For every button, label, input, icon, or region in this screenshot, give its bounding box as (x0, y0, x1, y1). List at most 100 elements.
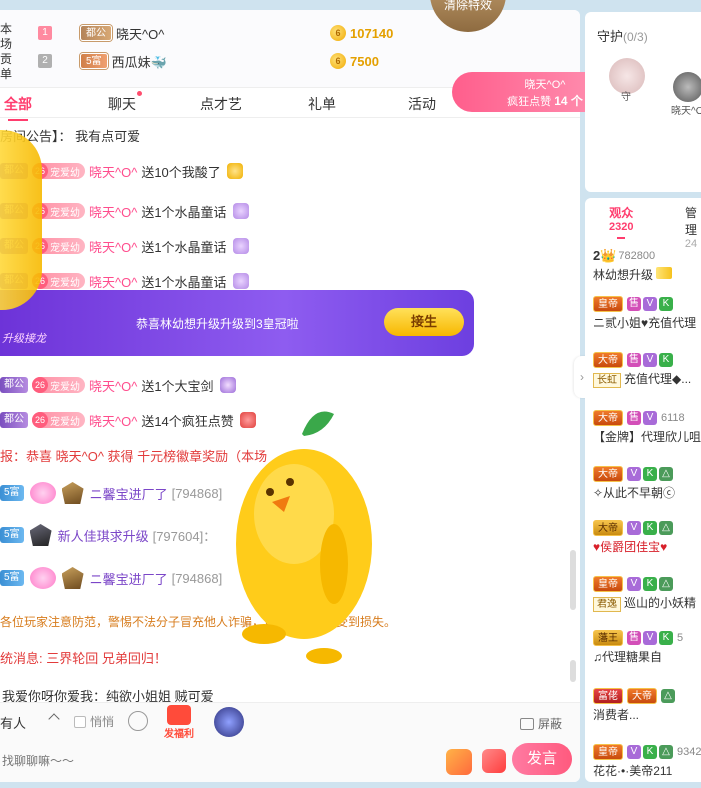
rocket-icon[interactable] (482, 749, 506, 773)
vip-icon: V (627, 745, 641, 759)
rank-value: 7500 (350, 53, 379, 69)
audience-item[interactable]: 皇帝 V K △ 9342 花花·•·美帝211 (593, 742, 701, 780)
user-id: [794868] (171, 570, 223, 586)
system-text: 统消息: 三界轮回 兄弟回归！ (0, 650, 167, 666)
chat-scrollbar[interactable] (570, 550, 576, 610)
enter-message[interactable]: 5富 ニ馨宝进厂了 [794868] (0, 480, 222, 506)
tab-admins[interactable]: 管理 24 (681, 204, 701, 250)
k-icon: K (659, 631, 673, 645)
coin-icon: 6 (330, 53, 346, 69)
rocket-gift-icon[interactable] (446, 749, 472, 775)
red-packet-button[interactable]: 发福利 (162, 705, 196, 741)
message-text: 送1个大宝剑 (141, 378, 214, 394)
audience-name: ♥侯爵团佳宝♥ (593, 540, 668, 554)
rank-side-tag[interactable]: 本场 贡单 (0, 22, 18, 82)
enter-user[interactable]: ニ馨宝进厂了 (90, 484, 168, 503)
level-up-icon: △ (659, 745, 673, 759)
tab-activity[interactable]: 活动 (408, 94, 436, 114)
fan-level: 26 (32, 377, 48, 393)
noble-badge: 都公 (0, 412, 28, 428)
message-user[interactable]: 晓天^O^ (89, 202, 137, 221)
seller-icon: 售 (627, 297, 641, 311)
tab-talent[interactable]: 点才艺 (200, 94, 242, 114)
message-user[interactable]: 晓天^O^ (89, 376, 137, 395)
wealth-badge: 5富 (80, 53, 108, 69)
guard-username[interactable]: 晓天^O^ (671, 102, 701, 117)
rank-row-2[interactable]: 2 5富 西瓜妹🐳 6 7500 (38, 50, 558, 72)
chat-scrollbar-thumb[interactable] (570, 660, 576, 682)
audience-item[interactable]: 皇帝售 V K ニ贰小姐♥充值代理 (593, 294, 701, 332)
wealth-badge: 5富 (0, 570, 24, 586)
message-text: 送1个水晶童话 (141, 239, 227, 255)
banana-effect (0, 130, 42, 310)
message-user[interactable]: 晓天^O^ (89, 411, 137, 430)
enter-user[interactable]: 新人佳琪求升级 (58, 526, 149, 545)
audience-item[interactable]: 大帝 V K △ ♥侯爵团佳宝♥ (593, 518, 701, 556)
avatar[interactable] (673, 72, 701, 102)
audience-name: 林幼想升级 (593, 266, 701, 284)
vip-icon: V (627, 577, 641, 591)
whisper-label: 悄悄 (90, 715, 115, 729)
chat-input[interactable] (0, 747, 440, 775)
guard-panel: 守护(0/3) 守 晓天^O^ (585, 12, 701, 192)
enter-user[interactable]: ニ馨宝进厂了 (90, 569, 168, 588)
audience-item[interactable]: 藩王售 V K 5 ♫代理糖果自 (593, 628, 701, 666)
join-upgrade-button[interactable]: 接生 (384, 308, 464, 336)
audience-item[interactable]: 大帝售 V K 长虹 充值代理◆... (593, 350, 701, 388)
audience-name-text: 充值代理◆... (624, 372, 692, 386)
k-icon: K (643, 467, 657, 481)
whisper-toggle[interactable]: 悄悄 (74, 713, 114, 730)
tab-gift-list[interactable]: 礼单 (308, 94, 336, 114)
chat-message[interactable]: 都公 26 宠爱幼 晓天^O^ 送1个大宝剑 (0, 374, 236, 396)
crest-icon (29, 524, 52, 546)
k-icon: K (659, 297, 673, 311)
crest-icon (61, 567, 84, 589)
enter-message[interactable]: 5富 ニ馨宝进厂了 [794868] (0, 565, 222, 591)
message-user[interactable]: 晓天^O^ (89, 162, 137, 181)
emoji-icon[interactable] (128, 711, 148, 731)
audience-item[interactable]: 富佬 大帝 △ 消费者... (593, 686, 701, 724)
message-user[interactable]: 晓天^O^ (89, 237, 137, 256)
audience-item[interactable]: 2👑 782800 林幼想升级 (593, 246, 701, 284)
noble-rank: 藩王 (593, 630, 623, 646)
effect-action: 疯狂点赞 (507, 96, 552, 108)
activity-icon[interactable] (214, 707, 244, 737)
upgrade-banner-sub: 升级接龙 (2, 333, 46, 345)
send-button[interactable]: 发言 (512, 743, 572, 775)
noble-rank: 皇帝 (593, 744, 623, 760)
checkbox-icon[interactable] (74, 715, 86, 728)
rank-username[interactable]: 晓天^O^ (116, 24, 164, 43)
tab-audience-label: 观众 (609, 206, 634, 220)
tab-audience[interactable]: 观众 2320 (609, 204, 634, 239)
fan-name: 宠爱幼 (50, 207, 80, 219)
chat-message[interactable]: 都公 26 宠爱幼 晓天^O^ 送14个疯狂点赞 (0, 409, 256, 431)
audience-name: ✧从此不早朝ⓒ (593, 486, 676, 500)
message-user[interactable]: 晓天^O^ (89, 272, 137, 291)
wealth-badge: 5富 (0, 485, 24, 501)
enter-message[interactable]: 5富 新人佳琪求升级 [797604]： (0, 522, 216, 548)
block-button[interactable]: 屏蔽 (520, 715, 562, 732)
tab-chat[interactable]: 聊天 (108, 91, 142, 114)
guard-title-text: 守护 (597, 29, 624, 44)
tab-audience-count: 2320 (609, 221, 634, 233)
noble-rank: 皇帝 (593, 576, 623, 592)
audience-item[interactable]: 大帝售 V 6118 【金牌】代理欣儿咀 (593, 408, 701, 446)
noble-badge: 都公 (80, 25, 112, 41)
fan-name: 宠爱幼 (50, 416, 80, 428)
audience-item[interactable]: 大帝 V K △ ✧从此不早朝ⓒ (593, 464, 701, 502)
tab-all[interactable]: 全部 (4, 94, 32, 121)
seller-icon: 售 (627, 631, 641, 645)
chevron-down-icon[interactable] (48, 713, 60, 725)
level-up-icon: △ (659, 577, 673, 591)
rank-coin: 6 107140 (330, 25, 393, 41)
recipient-select[interactable]: 有人 (0, 713, 26, 732)
rank-username[interactable]: 西瓜妹🐳 (112, 52, 167, 71)
vip-icon: V (643, 631, 657, 645)
audience-item[interactable]: 皇帝 V K △ 君逸 巡山的小妖精 (593, 574, 701, 612)
crown-level: 2👑 (593, 248, 617, 263)
upgrade-banner-text: 恭喜林幼想升级升级到3皇冠啦 (136, 317, 299, 331)
upgrade-banner: 升级接龙 恭喜林幼想升级升级到3皇冠啦 接生 (0, 290, 474, 356)
level-icon (656, 267, 673, 279)
message-text: 送10个我酸了 (141, 164, 221, 180)
rank-value: 107140 (350, 25, 394, 41)
